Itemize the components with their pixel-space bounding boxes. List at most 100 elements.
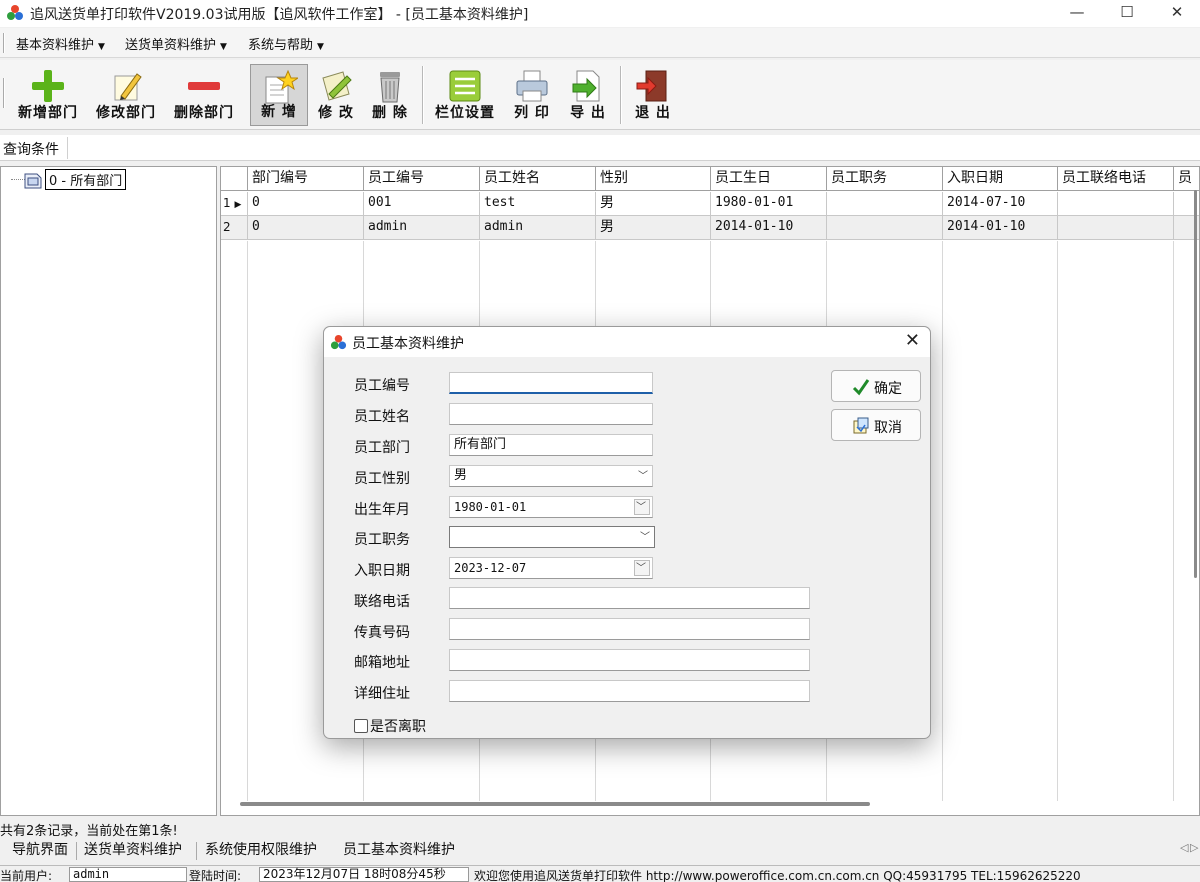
department-tree[interactable]: 0 - 所有部门 <box>0 166 217 816</box>
cancel-label: 取消 <box>874 420 902 436</box>
emp-name-input[interactable] <box>449 403 653 425</box>
edit-department-button[interactable]: 修改部门 <box>92 64 160 126</box>
cell-phone[interactable] <box>1058 192 1174 216</box>
trash-can-icon <box>380 72 400 103</box>
column-settings-button[interactable]: 栏位设置 <box>430 64 500 126</box>
exit-button[interactable]: 退 出 <box>626 64 680 126</box>
emp-no-label: 员工编号 <box>354 378 410 394</box>
minimize-button[interactable]: — <box>1054 0 1100 27</box>
grid-line <box>1057 241 1058 801</box>
app-cubes-icon <box>330 334 347 350</box>
tab-scroll-right-icon[interactable]: ▷ <box>1190 841 1198 854</box>
cell-birthday[interactable]: 1980-01-01 <box>711 192 827 216</box>
email-input[interactable] <box>449 649 810 671</box>
delete-department-button[interactable]: 删除部门 <box>170 64 238 126</box>
table-row[interactable]: 1 ▶ 0 001 test 男 1980-01-01 2014-07-10 <box>221 192 1199 216</box>
menu-basic-data[interactable]: 基本资料维护 ▼ <box>16 34 105 53</box>
cell-position[interactable] <box>827 216 943 240</box>
birth-value: 1980-01-01 <box>454 500 527 514</box>
toolbar-label: 导 出 <box>570 105 606 121</box>
divider <box>67 137 68 159</box>
close-button[interactable]: ✕ <box>1154 0 1200 27</box>
tab-delivery-data[interactable]: 送货单资料维护 <box>80 840 186 862</box>
ok-button[interactable]: 确定 <box>831 370 921 402</box>
current-user-value: admin <box>69 867 187 882</box>
welcome-message: 欢迎您使用追风送货单打印软件 http://www.poweroffice.co… <box>474 869 1081 882</box>
export-arrow-icon <box>572 70 600 102</box>
cell-hire-date[interactable]: 2014-07-10 <box>943 192 1058 216</box>
gender-select[interactable]: 男 ﹀ <box>449 465 653 487</box>
grid-line <box>1173 241 1174 801</box>
column-header[interactable]: 员工联络电话 <box>1058 167 1174 191</box>
cancel-button[interactable]: 取消 <box>831 409 921 441</box>
cell-dept-no[interactable]: 0 <box>248 216 364 240</box>
gender-value: 男 <box>454 468 468 483</box>
add-button[interactable]: 新 增 <box>250 64 308 126</box>
maximize-button[interactable]: ☐ <box>1104 0 1150 27</box>
cell-emp-no[interactable]: admin <box>364 216 480 240</box>
toolbar-label: 新增部门 <box>18 105 78 121</box>
login-time-value: 2023年12月07日 18时08分45秒 <box>259 867 469 882</box>
cell-position[interactable] <box>827 192 943 216</box>
resigned-checkbox[interactable]: 是否离职 <box>354 716 426 736</box>
column-header[interactable]: 入职日期 <box>943 167 1058 191</box>
address-input[interactable] <box>449 680 810 702</box>
cell-phone[interactable] <box>1058 216 1174 240</box>
chevron-down-icon: ﹀ <box>636 502 646 513</box>
cell-emp-name[interactable]: admin <box>480 216 596 240</box>
fax-label: 传真号码 <box>354 625 410 641</box>
birth-date-picker[interactable]: 1980-01-01 ﹀ <box>449 496 653 518</box>
menu-delivery-data[interactable]: 送货单资料维护 ▼ <box>125 34 227 53</box>
column-header[interactable]: 员 <box>1174 167 1199 191</box>
cell-hire-date[interactable]: 2014-01-10 <box>943 216 1058 240</box>
vertical-scrollbar[interactable] <box>1194 190 1197 578</box>
delete-button[interactable]: 删 除 <box>364 64 416 126</box>
tab-permissions[interactable]: 系统使用权限维护 <box>201 840 321 862</box>
column-header[interactable]: 员工职务 <box>827 167 943 191</box>
cell-emp-no[interactable]: 001 <box>364 192 480 216</box>
tree-node-all-departments[interactable]: 0 - 所有部门 <box>45 169 127 190</box>
column-header[interactable]: 员工姓名 <box>480 167 596 191</box>
horizontal-scrollbar[interactable] <box>240 802 870 806</box>
cell-gender[interactable]: 男 <box>596 216 711 240</box>
tab-scroll-left-icon[interactable]: ◁ <box>1180 841 1188 854</box>
tab-separator <box>76 842 77 860</box>
cell-dept-no[interactable]: 0 <box>248 192 364 216</box>
phone-input[interactable] <box>449 587 810 609</box>
checkbox-box[interactable] <box>354 719 368 733</box>
table-row[interactable]: 2 0 admin admin 男 2014-01-10 2014-01-10 <box>221 216 1199 240</box>
cell-birthday[interactable]: 2014-01-10 <box>711 216 827 240</box>
cell-gender[interactable]: 男 <box>596 192 711 216</box>
column-header[interactable]: 性别 <box>596 167 711 191</box>
list-icon <box>449 70 481 102</box>
print-button[interactable]: 列 印 <box>506 64 558 126</box>
pencil-paper-icon <box>322 71 352 101</box>
position-select[interactable]: ﹀ <box>449 526 655 548</box>
edit-button[interactable]: 修 改 <box>310 64 362 126</box>
column-header[interactable]: 员工编号 <box>364 167 480 191</box>
add-department-button[interactable]: 新增部门 <box>14 64 82 126</box>
grid-header: 部门编号 员工编号 员工姓名 性别 员工生日 员工职务 入职日期 员工联络电话 … <box>221 167 1199 191</box>
fax-input[interactable] <box>449 618 810 640</box>
emp-no-input[interactable] <box>449 372 653 394</box>
menu-system-help[interactable]: 系统与帮助 ▼ <box>248 34 324 53</box>
tab-navigation[interactable]: 导航界面 <box>8 840 72 862</box>
cell-emp-name[interactable]: test <box>480 192 596 216</box>
tab-employee-data[interactable]: 员工基本资料维护 <box>339 840 459 862</box>
chevron-down-icon: ﹀ <box>638 471 648 482</box>
export-button[interactable]: 导 出 <box>562 64 614 126</box>
toolbar-separator <box>422 66 424 124</box>
grid-line <box>247 241 248 801</box>
column-header[interactable]: 部门编号 <box>248 167 364 191</box>
grid-line <box>942 241 943 801</box>
checkmark-icon <box>852 379 870 396</box>
column-header[interactable]: 员工生日 <box>711 167 827 191</box>
hire-date-picker[interactable]: 2023-12-07 ﹀ <box>449 557 653 579</box>
toolbar-label: 修 改 <box>318 105 354 121</box>
query-conditions-bar: 查询条件 <box>0 135 1200 161</box>
toolbar-separator <box>620 66 622 124</box>
dept-input[interactable]: 所有部门 <box>449 434 653 456</box>
dialog-close-icon[interactable]: ✕ <box>905 330 920 351</box>
app-cubes-icon <box>7 5 23 20</box>
toolbar-label: 修改部门 <box>96 105 156 121</box>
